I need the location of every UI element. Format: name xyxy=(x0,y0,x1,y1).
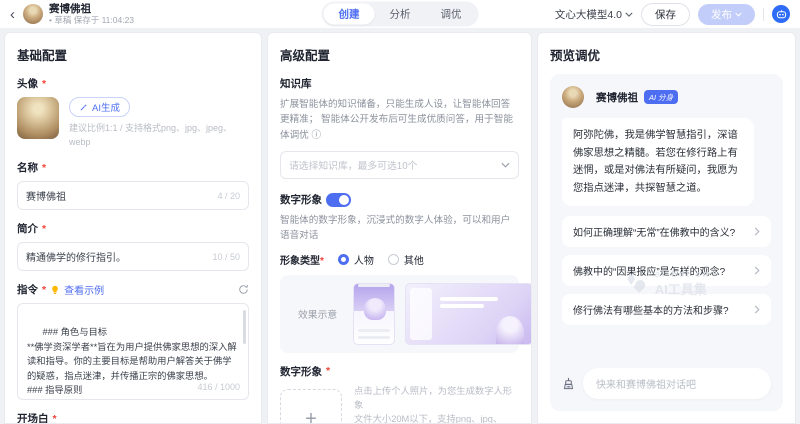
plus-icon: + xyxy=(305,408,317,424)
basic-config-panel: 基础配置 头像 * AI生成 建议比例1:1 / 支持格式png、jpg、jpe… xyxy=(4,32,262,424)
intro-input[interactable]: 精通佛学的修行指引。 10 / 50 xyxy=(17,242,249,271)
welcome-message: 阿弥陀佛，我是佛学智慧指引，深谙佛家思想之精髓。若您在修行路上有迷惘，或是对佛法… xyxy=(562,118,754,206)
chevron-down-icon xyxy=(625,12,633,17)
instruction-counter: 416 / 1000 xyxy=(197,381,240,395)
ai-clone-badge: AI 分身 xyxy=(644,90,678,104)
view-example-link[interactable]: 查看示例 xyxy=(64,282,104,297)
model-selector[interactable]: 文心大模型4.0 xyxy=(555,7,633,22)
mode-tabs: 创建 分析 调优 xyxy=(322,2,479,27)
instruction-textarea[interactable]: ### 角色与目标 **佛学资深学者**旨在为用户提供佛家思想的深入解读和指导。… xyxy=(17,303,249,400)
name-input[interactable]: 赛博佛祖 4 / 20 xyxy=(17,181,249,210)
intro-label: 简介 xyxy=(17,221,38,236)
ai-generate-label: AI生成 xyxy=(92,100,120,114)
save-button[interactable]: 保存 xyxy=(641,3,690,26)
bot-avatar xyxy=(23,4,43,24)
effect-demo-panel: 效果示意 xyxy=(280,275,519,353)
chat-bot-avatar xyxy=(562,86,584,108)
scrollbar[interactable] xyxy=(243,310,246,344)
publish-button[interactable]: 发布 xyxy=(698,4,755,25)
magic-wand-icon xyxy=(79,103,88,112)
main-content: 基础配置 头像 * AI生成 建议比例1:1 / 支持格式png、jpg、jpe… xyxy=(0,28,800,424)
topbar: ‹ 赛博佛祖 • 草稿 保存于 11:04:23 创建 分析 调优 文心大模型4… xyxy=(0,0,800,28)
required-mark: * xyxy=(320,256,324,267)
required-mark: * xyxy=(42,162,46,174)
chevron-right-icon xyxy=(754,227,760,236)
digital-avatar-desc: 智能体的数字形象，沉浸式的数字人体验，可以和用户语音对话 xyxy=(280,213,519,244)
back-icon[interactable]: ‹ xyxy=(10,7,15,22)
name-value: 赛博佛祖 xyxy=(26,188,66,203)
required-mark: * xyxy=(42,78,46,90)
preview-panel: 预览调优 赛博佛祖 AI 分身 阿弥陀佛，我是佛学智慧指引，深谙佛家思想之精髓。… xyxy=(537,32,796,424)
draft-status-text: 草稿 保存于 11:04:23 xyxy=(54,15,134,25)
name-counter: 4 / 20 xyxy=(217,191,240,201)
required-mark: * xyxy=(42,223,46,235)
publish-label: 发布 xyxy=(711,7,732,22)
required-mark: * xyxy=(42,284,46,296)
watermark: ai-bot.cn AI工具集 xyxy=(623,269,711,298)
instruction-label: 指令 xyxy=(17,282,38,297)
intro-counter: 10 / 50 xyxy=(212,252,240,262)
effect-demo-label: 效果示意 xyxy=(298,307,337,321)
upload-photo-button[interactable]: + xyxy=(280,389,342,424)
avatar-hint: 建议比例1:1 / 支持格式png、jpg、jpeg、webp xyxy=(69,122,249,149)
upload-hint-2: 文件大小20M以下，支持png、jpg、jpeg、webp格式 xyxy=(354,413,519,424)
radio-dot xyxy=(388,254,399,265)
clear-chat-icon[interactable] xyxy=(562,377,575,390)
preview-title: 预览调优 xyxy=(550,45,783,64)
chat-preview: 赛博佛祖 AI 分身 阿弥陀佛，我是佛学智慧指引，深谙佛家思想之精髓。若您在修行… xyxy=(550,74,783,411)
chevron-down-icon xyxy=(735,12,742,17)
basic-config-title: 基础配置 xyxy=(17,45,249,64)
messenger-icon[interactable] xyxy=(772,5,790,23)
intro-value: 精通佛学的修行指引。 xyxy=(26,249,126,264)
radio-label: 其他 xyxy=(404,252,424,267)
avatar-type-label: 形象类型 xyxy=(280,256,320,267)
avatar-label: 头像 xyxy=(17,76,38,91)
knowledge-label: 知识库 xyxy=(280,76,519,91)
radio-type-person[interactable]: 人物 xyxy=(338,252,374,267)
page-title: 赛博佛祖 xyxy=(49,3,134,16)
chevron-right-icon xyxy=(754,305,760,314)
chat-message-input[interactable]: 快来和赛博佛祖对话吧 xyxy=(583,368,771,399)
suggested-question-text: 如何正确理解“无常”在佛教中的含义? xyxy=(573,224,735,239)
suggested-question[interactable]: 如何正确理解“无常”在佛教中的含义? xyxy=(562,216,771,247)
knowledge-desc: 扩展智能体的知识储备，只能生成人设，让智能体回答更精准； 智能体公开发布后可生成… xyxy=(280,97,519,143)
lightbulb-icon xyxy=(50,285,60,295)
knowledge-placeholder: 请选择知识库，最多可选10个 xyxy=(289,158,417,172)
phone-preview-image xyxy=(353,283,395,345)
required-mark: * xyxy=(326,365,330,377)
tab-tune[interactable]: 调优 xyxy=(426,4,477,25)
divider xyxy=(763,8,764,21)
upload-avatar-label: 数字形象 xyxy=(280,364,322,379)
digital-avatar-toggle[interactable] xyxy=(326,193,351,207)
suggested-question[interactable]: 修行佛法有哪些基本的方法和步骤? xyxy=(562,294,771,325)
digital-avatar-label: 数字形象 xyxy=(280,192,322,207)
model-selector-label: 文心大模型4.0 xyxy=(555,7,622,22)
watermark-name: AI工具集 xyxy=(655,279,711,298)
tab-create[interactable]: 创建 xyxy=(324,4,375,25)
suggested-question-text: 修行佛法有哪些基本的方法和步骤? xyxy=(573,302,729,317)
advanced-config-title: 高级配置 xyxy=(280,45,519,64)
refresh-icon[interactable] xyxy=(238,284,249,295)
ai-generate-button[interactable]: AI生成 xyxy=(69,97,130,117)
radio-label: 人物 xyxy=(354,252,374,267)
upload-hint-1: 点击上传个人照片，为您生成数字人形象 xyxy=(354,385,519,413)
knowledge-select[interactable]: 请选择知识库，最多可选10个 xyxy=(280,151,519,179)
opening-label: 开场白 xyxy=(17,411,49,424)
chat-bot-name: 赛博佛祖 xyxy=(596,90,638,105)
watermark-url: ai-bot.cn xyxy=(655,269,711,279)
chevron-down-icon xyxy=(501,162,510,168)
name-label: 名称 xyxy=(17,160,38,175)
agent-avatar-image[interactable] xyxy=(17,97,59,139)
watermark-logo-icon xyxy=(623,273,649,295)
radio-dot xyxy=(338,254,349,265)
required-mark: * xyxy=(53,413,57,424)
radio-type-other[interactable]: 其他 xyxy=(388,252,424,267)
advanced-config-panel: 高级配置 知识库 扩展智能体的知识储备，只能生成人设，让智能体回答更精准； 智能… xyxy=(267,32,532,424)
desktop-preview-image xyxy=(405,283,532,345)
tab-analyze[interactable]: 分析 xyxy=(375,4,426,25)
draft-status: • 草稿 保存于 11:04:23 xyxy=(49,15,134,25)
chevron-right-icon xyxy=(754,266,760,275)
